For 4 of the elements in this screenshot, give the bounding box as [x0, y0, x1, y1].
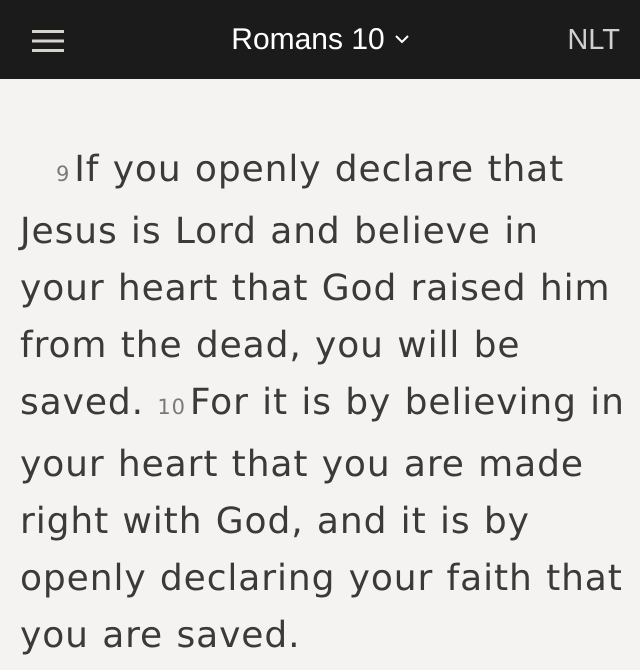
chevron-down-icon — [394, 35, 409, 44]
passage-text: 9 If you openly declare that Jesus is Lord and believe in your heart that God raised him from the dead, you will be saved. 10 For it is by believing in your heart that you are made right with God, and it is by openly declaring your faith that you are saved. — [20, 148, 626, 658]
chapter-selector[interactable]: Romans 10 — [227, 18, 413, 60]
version-button[interactable]: NLT — [563, 20, 624, 61]
